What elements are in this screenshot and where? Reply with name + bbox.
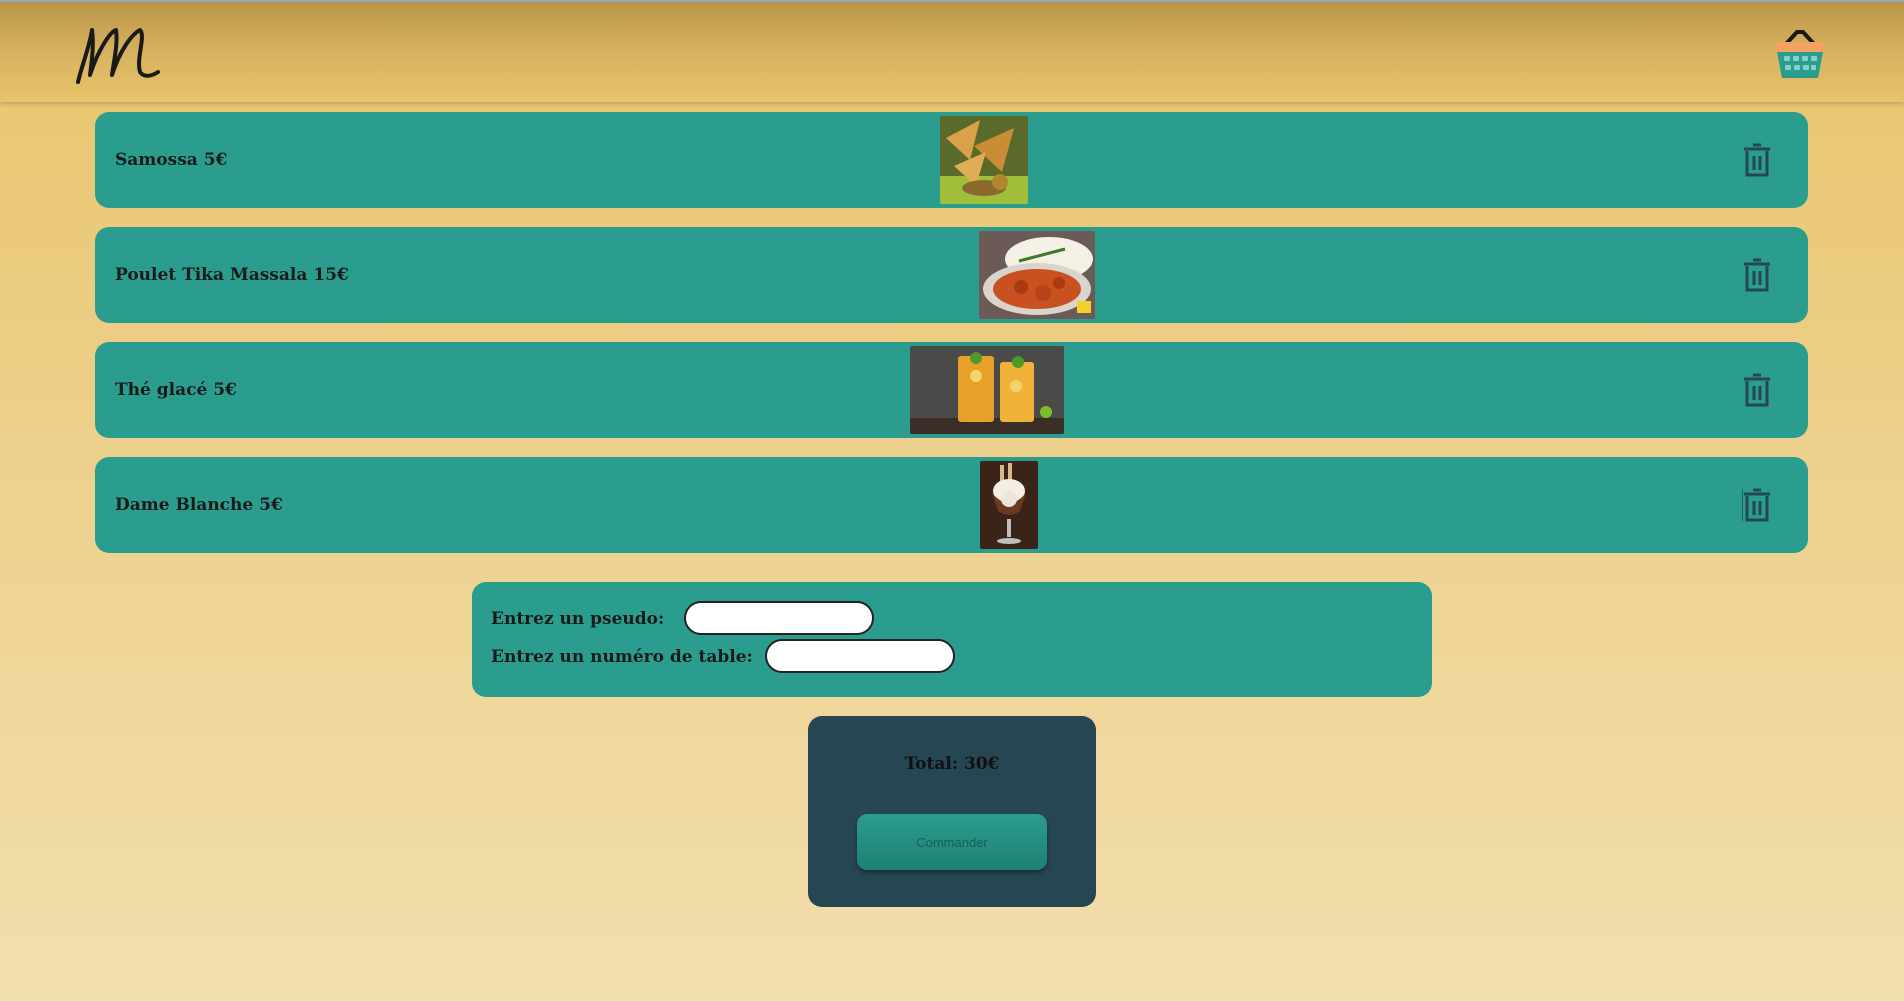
customer-form: Entrez un pseudo: Entrez un numéro de ta… xyxy=(472,582,1432,697)
trash-icon[interactable] xyxy=(1742,142,1772,178)
chicken-tikka-masala-photo xyxy=(979,231,1095,319)
trash-icon[interactable] xyxy=(1742,372,1772,408)
basket-icon[interactable] xyxy=(1772,26,1828,82)
table-number-input[interactable] xyxy=(765,639,955,673)
cart-item-label: Dame Blanche 5€ xyxy=(115,495,283,515)
table-number-label: Entrez un numéro de table: xyxy=(491,647,753,667)
trash-icon[interactable] xyxy=(1742,487,1772,523)
pseudo-label: Entrez un pseudo: xyxy=(491,609,665,629)
dame-blanche-sundae-photo xyxy=(980,461,1038,549)
cart-item-row: Thé glacé 5€ xyxy=(95,342,1808,438)
cart-item-label: Poulet Tika Massala 15€ xyxy=(115,265,349,285)
cart-item-label: Thé glacé 5€ xyxy=(115,380,237,400)
pseudo-input[interactable] xyxy=(684,601,874,635)
header-bar xyxy=(0,0,1904,102)
total-price: Total: 30€ xyxy=(904,754,1000,774)
order-summary: Total: 30€ Commander xyxy=(808,716,1096,907)
cart-item-row: Dame Blanche 5€ xyxy=(95,457,1808,553)
iced-tea-photo xyxy=(910,346,1064,434)
samosa-photo xyxy=(940,116,1028,204)
cart-item-row: Samossa 5€ xyxy=(95,112,1808,208)
order-button[interactable]: Commander xyxy=(857,814,1047,870)
cart-item-row: Poulet Tika Massala 15€ xyxy=(95,227,1808,323)
cart-item-label: Samossa 5€ xyxy=(115,150,228,170)
restaurant-logo[interactable] xyxy=(70,20,170,90)
trash-icon[interactable] xyxy=(1742,257,1772,293)
